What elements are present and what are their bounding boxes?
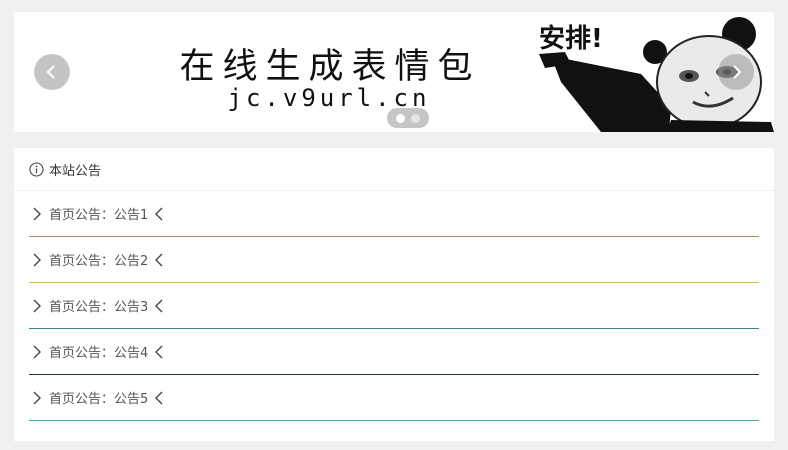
notice-label: 首页公告：公告3 (49, 300, 149, 315)
notice-item[interactable]: 首页公告：公告2 (29, 237, 759, 283)
chevron-left-icon (153, 253, 165, 267)
notice-label: 首页公告：公告5 (49, 392, 149, 407)
chevron-right-icon (31, 345, 43, 359)
notice-item[interactable]: 首页公告：公告3 (29, 283, 759, 329)
chevron-left-icon (153, 207, 165, 221)
meme-caption: 安排! (539, 24, 603, 54)
carousel-indicator[interactable] (387, 108, 429, 128)
chevron-left-icon (153, 345, 165, 359)
chevron-right-icon (31, 391, 43, 405)
banner-url: jc.v9url.cn (227, 84, 431, 112)
chevron-right-icon (31, 253, 43, 267)
notice-item[interactable]: 首页公告：公告5 (29, 375, 759, 421)
chevron-right-icon (31, 299, 43, 313)
chevron-left-icon (46, 65, 55, 79)
chevron-right-icon (733, 65, 742, 79)
notice-label: 首页公告：公告4 (49, 346, 149, 361)
panel-title: 本站公告 (49, 163, 102, 179)
notice-item[interactable]: 首页公告：公告4 (29, 329, 759, 375)
carousel-next-button[interactable] (718, 54, 754, 90)
chevron-right-icon (31, 207, 43, 221)
announcement-panel: 本站公告 首页公告：公告1 首页公告：公告2 首页公告：公告3 首页公告：公告4 首页公… (14, 148, 774, 441)
banner-carousel[interactable]: 在线生成表情包 jc.v9url.cn 安排! (14, 12, 774, 132)
carousel-dot[interactable] (411, 113, 420, 123)
chevron-left-icon (153, 391, 165, 405)
panel-header: 本站公告 (14, 148, 774, 191)
banner-title: 在线生成表情包 (179, 47, 481, 87)
carousel-dot[interactable] (396, 113, 405, 123)
notice-label: 首页公告：公告1 (49, 208, 149, 223)
carousel-prev-button[interactable] (34, 54, 70, 90)
info-circle-icon (29, 161, 44, 177)
chevron-left-icon (153, 299, 165, 313)
notice-label: 首页公告：公告2 (49, 254, 149, 269)
notice-item[interactable]: 首页公告：公告1 (29, 191, 759, 237)
